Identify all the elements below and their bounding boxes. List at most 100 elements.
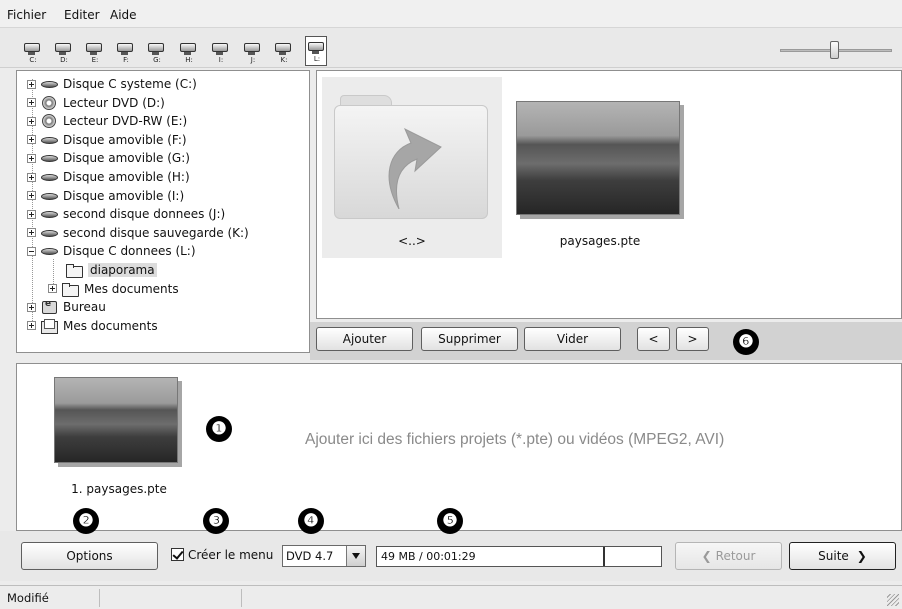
tree-item-label: Disque amovible (H:) bbox=[63, 170, 190, 184]
folder-tree[interactable]: Disque C systeme (C:) Lecteur DVD (D:) Lec… bbox=[16, 70, 310, 353]
tree-item[interactable]: Mes documents bbox=[27, 317, 158, 335]
drive-icon bbox=[40, 244, 58, 258]
drive-icon bbox=[244, 43, 260, 52]
tree-item-label: Lecteur DVD-RW (E:) bbox=[63, 114, 188, 129]
folder-icon bbox=[65, 263, 83, 278]
callout-badge-4: ❹ bbox=[298, 508, 324, 534]
expand-icon[interactable] bbox=[27, 79, 36, 89]
tree-item[interactable]: Lecteur DVD-RW (E:) bbox=[27, 112, 187, 130]
file-thumbnail[interactable] bbox=[516, 101, 680, 215]
drive-button-j[interactable]: J: bbox=[242, 40, 264, 66]
drive-button-f[interactable]: F: bbox=[115, 40, 137, 66]
dvd-icon bbox=[40, 114, 58, 129]
menu-edit[interactable]: Editer bbox=[64, 8, 100, 22]
dvd-icon bbox=[40, 95, 58, 110]
tree-item[interactable]: second disque donnees (J:) bbox=[27, 205, 225, 223]
tree-item-label: Disque amovible (F:) bbox=[63, 132, 187, 147]
drive-icon bbox=[180, 43, 196, 52]
drive-icon bbox=[148, 43, 164, 52]
tree-item-label: Mes documents bbox=[63, 318, 158, 333]
drive-icon bbox=[40, 189, 58, 203]
expand-icon[interactable] bbox=[27, 191, 36, 201]
resize-grip[interactable] bbox=[887, 594, 899, 606]
drive-button-k[interactable]: K: bbox=[273, 40, 295, 66]
drive-icon bbox=[40, 207, 58, 221]
folder-icon bbox=[334, 95, 488, 219]
back-button[interactable]: ❮ Retour bbox=[675, 542, 782, 570]
expand-icon[interactable] bbox=[27, 98, 36, 108]
tree-item[interactable]: Disque C donnees (L:) bbox=[27, 242, 196, 260]
drive-button-c[interactable]: C: bbox=[22, 40, 44, 66]
back-label: Retour bbox=[715, 549, 756, 563]
menu-file[interactable]: Fichier bbox=[7, 8, 46, 22]
drive-icon bbox=[40, 151, 58, 165]
file-label: paysages.pte bbox=[559, 234, 641, 248]
parent-folder-label: <..> bbox=[398, 234, 426, 248]
tree-item[interactable]: Disque amovible (H:) bbox=[27, 168, 190, 186]
expand-icon[interactable] bbox=[27, 321, 36, 331]
drive-letter: D: bbox=[60, 56, 68, 64]
expand-icon[interactable] bbox=[48, 284, 57, 294]
callout-badge-3: ❸ bbox=[203, 508, 229, 534]
expand-icon[interactable] bbox=[27, 302, 36, 312]
drive-button-e[interactable]: E: bbox=[84, 40, 106, 66]
tree-item-label: Disque C donnees (L:) bbox=[63, 244, 196, 259]
remove-button[interactable]: Supprimer bbox=[421, 327, 518, 351]
tree-item-label: second disque donnees (J:) bbox=[63, 207, 226, 222]
chevron-right-icon: ❯ bbox=[856, 549, 867, 563]
tree-item[interactable]: Mes documents bbox=[48, 280, 179, 298]
zoom-slider-thumb[interactable] bbox=[829, 41, 839, 59]
project-thumbnail[interactable] bbox=[54, 377, 178, 463]
drive-button-d[interactable]: D: bbox=[53, 40, 75, 66]
tree-item[interactable]: diaporama bbox=[65, 261, 157, 279]
create-menu-checkbox[interactable] bbox=[171, 548, 184, 561]
drive-icon bbox=[308, 42, 324, 51]
add-button[interactable]: Ajouter bbox=[316, 327, 413, 351]
next-page-button[interactable]: > bbox=[676, 327, 709, 351]
tree-item[interactable]: Disque amovible (F:) bbox=[27, 131, 187, 149]
tree-item[interactable]: Disque amovible (G:) bbox=[27, 149, 190, 167]
tree-item[interactable]: Lecteur DVD (D:) bbox=[27, 94, 165, 112]
folder-icon bbox=[61, 282, 79, 297]
expand-icon[interactable] bbox=[27, 228, 36, 238]
expand-icon[interactable] bbox=[27, 135, 36, 145]
menu-help[interactable]: Aide bbox=[110, 8, 137, 22]
tree-item-label: Disque amovible (G:) bbox=[63, 151, 190, 166]
tree-item[interactable]: Disque amovible (I:) bbox=[27, 187, 184, 205]
tree-item[interactable]: Disque C systeme (C:) bbox=[27, 75, 197, 93]
parent-folder-tile[interactable]: <..> bbox=[322, 77, 502, 258]
drive-icon bbox=[40, 170, 58, 184]
clear-button[interactable]: Vider bbox=[524, 327, 621, 351]
tree-item-label: diaporama bbox=[88, 263, 157, 277]
drive-button-g[interactable]: G: bbox=[146, 40, 168, 66]
disc-usage-text: 49 MB / 00:01:29 bbox=[381, 550, 476, 563]
status-bar: Modifié bbox=[0, 585, 902, 609]
documents-icon bbox=[40, 318, 58, 334]
drive-letter: L: bbox=[313, 55, 321, 63]
previous-button[interactable]: < bbox=[637, 327, 670, 351]
file-browser[interactable]: <..> paysages.pte bbox=[316, 70, 902, 319]
drive-icon bbox=[40, 77, 58, 91]
options-button[interactable]: Options bbox=[21, 542, 158, 570]
create-menu-label[interactable]: Créer le menu bbox=[188, 548, 273, 562]
expand-icon[interactable] bbox=[27, 116, 36, 126]
drive-button-h[interactable]: H: bbox=[178, 40, 200, 66]
expand-icon[interactable] bbox=[27, 172, 36, 182]
tree-item-label: Lecteur DVD (D:) bbox=[63, 95, 165, 110]
tree-item[interactable]: second disque sauvegarde (K:) bbox=[27, 224, 249, 242]
chevron-down-icon[interactable] bbox=[346, 546, 365, 566]
next-button[interactable]: Suite ❯ bbox=[789, 542, 896, 570]
expand-icon[interactable] bbox=[27, 209, 36, 219]
collapse-icon[interactable] bbox=[27, 246, 36, 256]
drive-icon bbox=[117, 43, 133, 52]
callout-badge-5: ❺ bbox=[437, 508, 463, 534]
tree-item-label: second disque sauvegarde (K:) bbox=[63, 225, 249, 240]
drive-button-l[interactable]: L: bbox=[305, 36, 327, 66]
disc-type-value: DVD 4.7 bbox=[286, 549, 334, 563]
tree-item[interactable]: Bureau bbox=[27, 298, 106, 316]
disc-type-select[interactable]: DVD 4.7 bbox=[282, 545, 366, 567]
drive-letter: C: bbox=[29, 56, 37, 64]
drive-button-i[interactable]: I: bbox=[210, 40, 232, 66]
expand-icon[interactable] bbox=[27, 153, 36, 163]
project-item-label: 1. paysages.pte bbox=[71, 482, 167, 496]
